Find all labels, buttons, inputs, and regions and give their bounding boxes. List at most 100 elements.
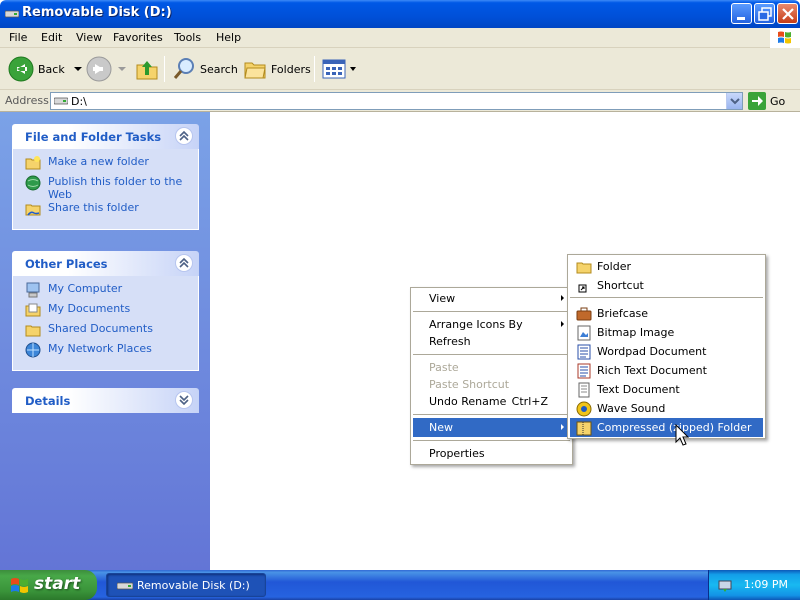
minimize-button[interactable] [731, 3, 752, 24]
back-label: Back [38, 62, 65, 76]
menu-item-refresh[interactable]: Refresh [413, 332, 570, 351]
menu-item-label: Properties [429, 447, 485, 460]
task-pane: File and Folder Tasks Make a new folder [0, 112, 210, 570]
go-button[interactable]: Go [748, 92, 785, 110]
menu-item-label: Paste [429, 361, 459, 374]
my-documents-icon [25, 303, 41, 317]
new-zip-folder-item[interactable]: Compressed (zipped) Folder [570, 418, 763, 437]
new-bitmap-item[interactable]: Bitmap Image [570, 323, 763, 342]
close-button[interactable] [777, 3, 798, 24]
my-documents-link[interactable]: My Documents [13, 302, 198, 322]
panel-header[interactable]: File and Folder Tasks [12, 124, 199, 149]
restore-button[interactable] [754, 3, 775, 24]
taskbar-window-button[interactable]: Removable Disk (D:) [106, 573, 266, 597]
start-button[interactable]: start [0, 570, 97, 600]
folders-label: Folders [271, 62, 311, 76]
drive-icon [54, 97, 68, 105]
system-tray: 1:09 PM [708, 570, 800, 600]
address-dropdown-button[interactable] [726, 93, 742, 109]
new-wordpad-item[interactable]: Wordpad Document [570, 342, 763, 361]
start-label: start [34, 574, 81, 594]
menu-item-label: New [429, 421, 453, 434]
submenu-label: Wordpad Document [597, 345, 707, 358]
back-dropdown-icon[interactable] [71, 64, 85, 74]
search-icon [173, 58, 194, 79]
forward-dropdown-icon[interactable] [116, 64, 128, 74]
up-folder-icon [136, 61, 158, 80]
submenu-arrow-icon [561, 295, 564, 301]
menu-item-view[interactable]: View [413, 289, 570, 308]
collapse-button[interactable] [175, 127, 193, 145]
title-bar[interactable]: Removable Disk (D:) [0, 0, 800, 28]
panel-title: Other Places [25, 257, 108, 271]
menu-bar: File Edit View Favorites Tools Help [0, 28, 800, 48]
share-folder-link[interactable]: Share this folder [13, 201, 198, 221]
back-button[interactable]: Back [8, 55, 85, 83]
drive-icon [117, 582, 133, 590]
panel-header[interactable]: Details [12, 388, 199, 413]
search-button[interactable]: Search [172, 55, 238, 83]
new-folder-item[interactable]: Folder [570, 257, 763, 276]
submenu-label: Shortcut [597, 279, 644, 292]
menu-help[interactable]: Help [216, 31, 241, 44]
address-input[interactable]: D:\ [50, 92, 743, 110]
new-briefcase-item[interactable]: Briefcase [570, 304, 763, 323]
make-new-folder-link[interactable]: Make a new folder [13, 155, 198, 175]
new-text-document-item[interactable]: Text Document [570, 380, 763, 399]
new-folder-icon [25, 156, 41, 170]
clock[interactable]: 1:09 PM [744, 578, 788, 591]
zip-folder-icon [576, 421, 592, 436]
views-dropdown-icon[interactable] [348, 64, 358, 74]
collapse-button[interactable] [175, 254, 193, 272]
submenu-arrow-icon [561, 321, 564, 327]
views-icon [322, 59, 346, 79]
menu-separator [413, 354, 570, 355]
shortcut-key: Ctrl+Z [511, 395, 548, 408]
publish-folder-link[interactable]: Publish this folder to the Web [13, 175, 198, 201]
submenu-label: Bitmap Image [597, 326, 675, 339]
back-arrow-icon [8, 56, 34, 82]
safely-remove-hardware-icon[interactable] [717, 577, 733, 593]
folders-button[interactable]: Folders [243, 55, 311, 83]
place-label: My Computer [48, 282, 123, 295]
forward-arrow-icon [86, 56, 112, 82]
new-rich-text-item[interactable]: Rich Text Document [570, 361, 763, 380]
panel-body: Make a new folder Publish this folder to… [12, 149, 199, 230]
shared-documents-link[interactable]: Shared Documents [13, 322, 198, 342]
file-folder-tasks-panel: File and Folder Tasks Make a new folder [12, 124, 199, 230]
menu-tools[interactable]: Tools [174, 31, 201, 44]
menu-item-label: Arrange Icons By [429, 318, 523, 331]
window-title: Removable Disk (D:) [22, 5, 172, 20]
forward-button[interactable] [86, 55, 128, 83]
network-places-link[interactable]: My Network Places [13, 342, 198, 362]
new-shortcut-item[interactable]: Shortcut [570, 276, 763, 295]
menu-edit[interactable]: Edit [41, 31, 62, 44]
menu-item-label: Undo Rename [429, 395, 507, 408]
place-label: My Network Places [48, 342, 152, 355]
new-wave-sound-item[interactable]: Wave Sound [570, 399, 763, 418]
task-label: Share this folder [48, 201, 139, 214]
menu-view[interactable]: View [76, 31, 102, 44]
shortcut-icon [578, 284, 587, 293]
up-folder-button[interactable] [135, 55, 159, 83]
go-label: Go [770, 94, 786, 108]
views-button[interactable] [322, 55, 358, 83]
menu-item-undo-rename[interactable]: Undo Rename Ctrl+Z [413, 392, 570, 411]
search-label: Search [200, 62, 238, 76]
details-panel: Details [12, 388, 199, 413]
close-icon [782, 8, 794, 20]
panel-header[interactable]: Other Places [12, 251, 199, 276]
wordpad-icon [577, 344, 591, 360]
my-computer-link[interactable]: My Computer [13, 282, 198, 302]
rich-text-icon [577, 363, 591, 379]
other-places-panel: Other Places My Computer My Documents Sh… [12, 251, 199, 371]
menu-item-new[interactable]: New [413, 418, 570, 437]
menu-item-properties[interactable]: Properties [413, 444, 570, 463]
menu-file[interactable]: File [9, 31, 27, 44]
chevron-up-icon [179, 130, 189, 141]
menu-item-label: View [429, 292, 456, 305]
menu-separator [413, 440, 570, 441]
folder-icon [576, 262, 592, 274]
menu-favorites[interactable]: Favorites [113, 31, 163, 44]
expand-button[interactable] [175, 391, 193, 409]
